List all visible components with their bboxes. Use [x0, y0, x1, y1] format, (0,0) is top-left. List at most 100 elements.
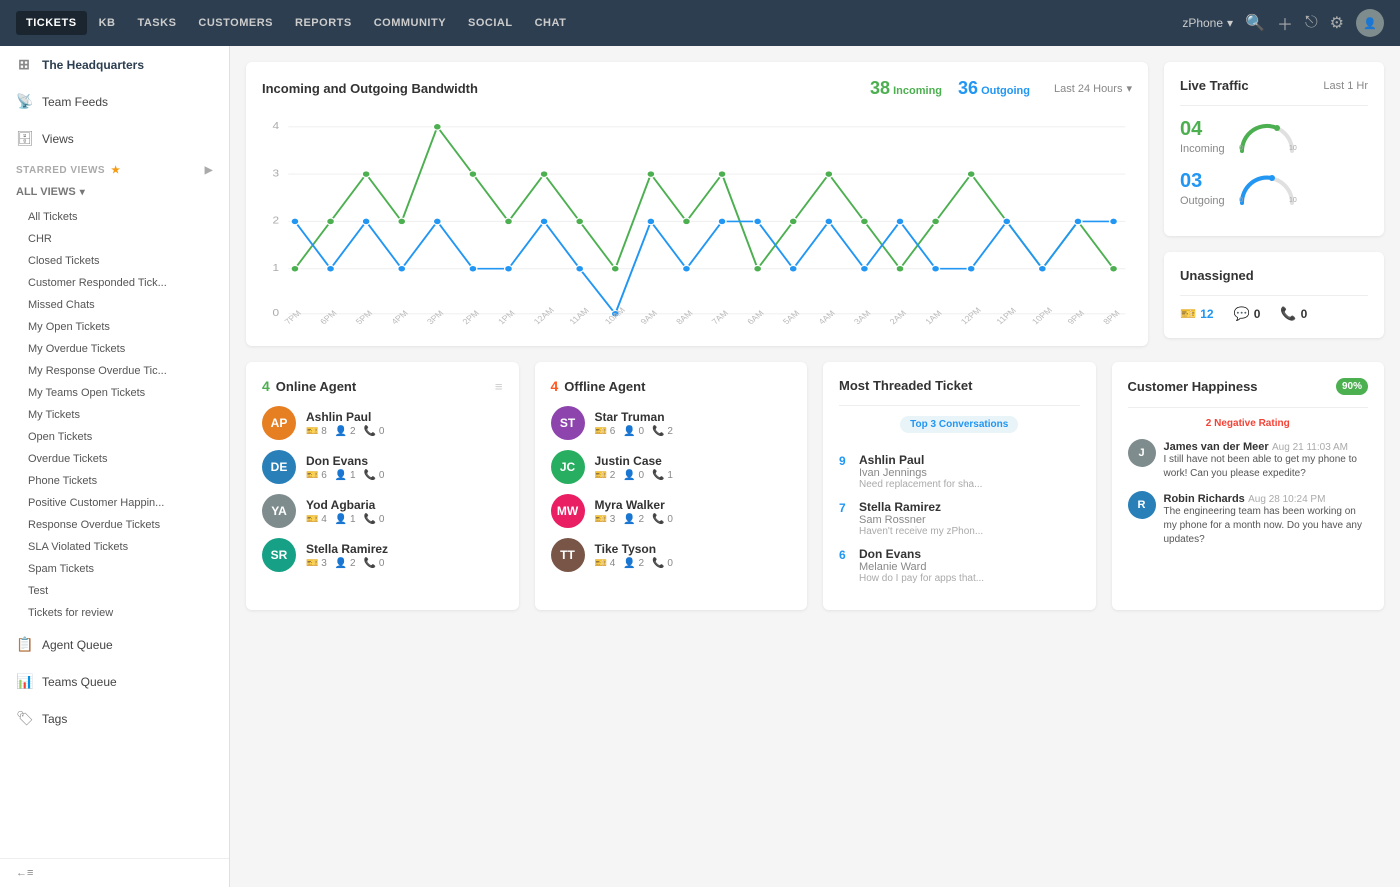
nav-community[interactable]: COMMUNITY	[364, 11, 456, 35]
agent-row: SR Stella Ramirez 🎫 3 👤 2 📞 0	[262, 538, 503, 572]
thread-num: 6	[839, 548, 851, 562]
search-icon[interactable]: 🔍	[1245, 13, 1265, 33]
svg-text:2: 2	[273, 215, 280, 226]
starred-expand-arrow[interactable]: ▶	[205, 165, 213, 176]
user-avatar[interactable]: 👤	[1356, 9, 1384, 37]
top-navigation: TICKETS KB TASKS CUSTOMERS REPORTS COMMU…	[0, 0, 1400, 46]
external-link-icon[interactable]: ⎋	[1305, 14, 1318, 32]
agent-name: Stella Ramirez	[306, 542, 503, 556]
feedback-content: James van der Meer Aug 21 11:03 AM I sti…	[1164, 439, 1369, 481]
all-views-chevron: ▾	[80, 187, 85, 198]
call-stat: 📞 0	[1280, 306, 1307, 322]
nav-tickets[interactable]: TICKETS	[16, 11, 87, 35]
agent-row: AP Ashlin Paul 🎫 8 👤 2 📞 0	[262, 406, 503, 440]
view-sla-violated[interactable]: SLA Violated Tickets	[0, 536, 229, 558]
chat-stat: 👤 2	[623, 514, 644, 525]
view-overdue-tickets[interactable]: Overdue Tickets	[0, 448, 229, 470]
negative-rating-badge: 2 Negative Rating	[1128, 418, 1369, 429]
chevron-down-icon: ▾	[1227, 16, 1233, 30]
view-open-tickets[interactable]: Open Tickets	[0, 426, 229, 448]
view-missed-chats[interactable]: Missed Chats	[0, 294, 229, 316]
nav-social[interactable]: SOCIAL	[458, 11, 523, 35]
chat-count: 0	[1254, 307, 1261, 321]
legend-outgoing: 36 Outgoing	[958, 78, 1030, 99]
call-stat: 📞 2	[652, 426, 673, 437]
agent-info: Yod Agbaria 🎫 4 👤 1 📞 0	[306, 498, 503, 525]
view-my-response-overdue[interactable]: My Response Overdue Tic...	[0, 360, 229, 382]
starred-views-label: STARRED VIEWS	[16, 165, 105, 176]
filter-chevron: ▾	[1126, 82, 1132, 95]
all-views-header[interactable]: ALL VIEWS ▾	[0, 180, 229, 204]
bandwidth-chart-container: 4 3 2 1 0	[262, 107, 1132, 330]
zphone-button[interactable]: zPhone ▾	[1182, 16, 1233, 30]
feedback-header: James van der Meer Aug 21 11:03 AM	[1164, 439, 1369, 453]
agent-avatar: TT	[551, 538, 585, 572]
team-feeds-label: Team Feeds	[42, 95, 108, 109]
unassigned-title: Unassigned	[1180, 268, 1368, 283]
ticket-stat: 🎫 6	[595, 426, 616, 437]
sidebar-item-tags[interactable]: 🏷 Tags	[0, 700, 229, 737]
view-chr[interactable]: CHR	[0, 228, 229, 250]
view-response-overdue[interactable]: Response Overdue Tickets	[0, 514, 229, 536]
thread-excerpt: How do I pay for apps that...	[859, 573, 984, 584]
view-my-open-tickets[interactable]: My Open Tickets	[0, 316, 229, 338]
feedback-avatar: R	[1128, 491, 1156, 519]
agent-avatar: AP	[262, 406, 296, 440]
sidebar-item-agent-queue[interactable]: 📋 Agent Queue	[0, 626, 229, 663]
view-tickets-for-review[interactable]: Tickets for review	[0, 602, 229, 624]
nav-chat[interactable]: CHAT	[525, 11, 577, 35]
all-views-label: ALL VIEWS	[16, 186, 76, 198]
chat-stat: 👤 0	[623, 426, 644, 437]
nav-tasks[interactable]: TASKS	[127, 11, 186, 35]
nav-reports[interactable]: REPORTS	[285, 11, 362, 35]
svg-text:0: 0	[1239, 145, 1243, 152]
view-all-tickets[interactable]: All Tickets	[0, 206, 229, 228]
sidebar-collapse-button[interactable]: ←≡	[0, 858, 229, 887]
view-my-teams-open[interactable]: My Teams Open Tickets	[0, 382, 229, 404]
view-closed-tickets[interactable]: Closed Tickets	[0, 250, 229, 272]
offline-agents-title: 4 Offline Agent	[551, 378, 792, 394]
agent-name: Star Truman	[595, 410, 792, 424]
online-agents-menu-icon[interactable]: ≡	[495, 379, 503, 394]
nav-kb[interactable]: KB	[89, 11, 126, 35]
thread-excerpt: Need replacement for sha...	[859, 479, 982, 490]
sidebar-item-views[interactable]: 🗄 Views	[0, 120, 229, 157]
incoming-gauge-label: Incoming	[1180, 143, 1225, 155]
settings-icon[interactable]: ⚙	[1330, 13, 1344, 33]
chat-stat: 💬 0	[1234, 306, 1261, 322]
agent-name: Myra Walker	[595, 498, 792, 512]
view-my-overdue-tickets[interactable]: My Overdue Tickets	[0, 338, 229, 360]
chat-stat: 👤 2	[335, 426, 356, 437]
sidebar-item-headquarters[interactable]: ⊞ The Headquarters	[0, 46, 229, 83]
svg-text:2AM: 2AM	[887, 308, 908, 326]
view-test[interactable]: Test	[0, 580, 229, 602]
call-stat: 📞 0	[652, 514, 673, 525]
headquarters-label: The Headquarters	[42, 58, 144, 72]
sidebar-views-list: All Tickets CHR Closed Tickets Customer …	[0, 204, 229, 626]
thread-info: Don Evans Melanie Ward How do I pay for …	[859, 547, 984, 584]
time-filter[interactable]: Last 24 Hours ▾	[1054, 82, 1132, 95]
call-stat: 📞 0	[364, 514, 385, 525]
view-phone-tickets[interactable]: Phone Tickets	[0, 470, 229, 492]
sidebar-item-teams-queue[interactable]: 📊 Teams Queue	[0, 663, 229, 700]
plus-icon[interactable]: ＋	[1277, 11, 1293, 35]
agent-row: YA Yod Agbaria 🎫 4 👤 1 📞 0	[262, 494, 503, 528]
conversations-badge-container: Top 3 Conversations	[839, 416, 1080, 443]
view-customer-responded[interactable]: Customer Responded Tick...	[0, 272, 229, 294]
svg-text:2PM: 2PM	[460, 308, 481, 326]
nav-customers[interactable]: CUSTOMERS	[188, 11, 283, 35]
view-spam-tickets[interactable]: Spam Tickets	[0, 558, 229, 580]
view-my-tickets[interactable]: My Tickets	[0, 404, 229, 426]
feeds-icon: 📡	[16, 93, 32, 110]
view-positive-customer[interactable]: Positive Customer Happin...	[0, 492, 229, 514]
top-section: Incoming and Outgoing Bandwidth 38 Incom…	[246, 62, 1384, 346]
happiness-title: Customer Happiness	[1128, 379, 1258, 394]
sidebar-item-team-feeds[interactable]: 📡 Team Feeds	[0, 83, 229, 120]
agent-stats: 🎫 3 👤 2 📞 0	[595, 514, 792, 525]
thread-item: 6 Don Evans Melanie Ward How do I pay fo…	[839, 547, 1080, 584]
agent-avatar: SR	[262, 538, 296, 572]
agent-stats: 🎫 2 👤 0 📞 1	[595, 470, 792, 481]
legend-incoming: 38 Incoming	[870, 78, 942, 99]
svg-text:4PM: 4PM	[389, 308, 410, 326]
agent-info: Don Evans 🎫 6 👤 1 📞 0	[306, 454, 503, 481]
